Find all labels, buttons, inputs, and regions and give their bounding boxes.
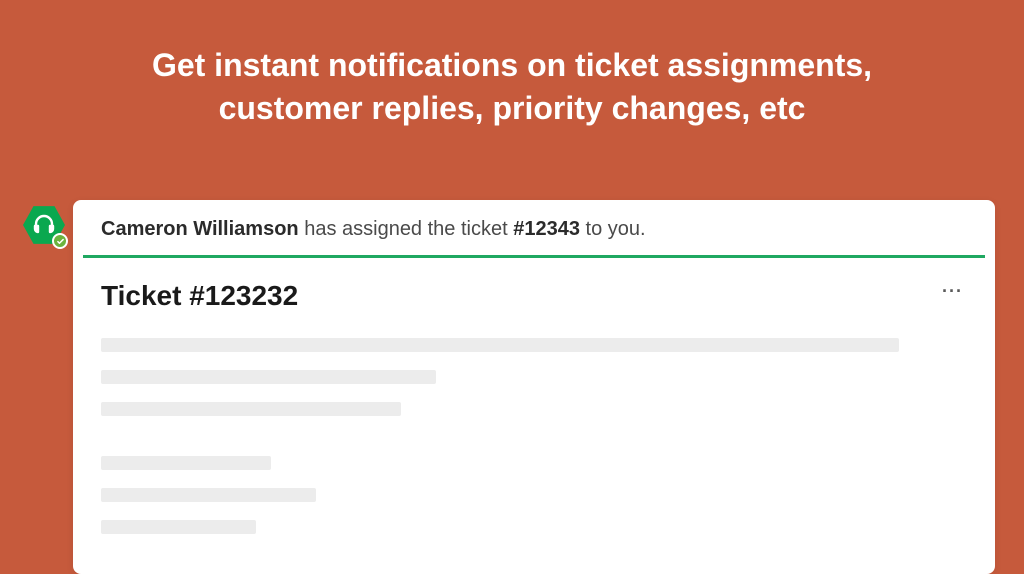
action-prefix: has assigned the ticket: [299, 218, 514, 240]
card-body: Ticket #123232 ···: [73, 258, 995, 574]
ticket-reference: #12343: [513, 218, 580, 240]
hero-line-1: Get instant notifications on ticket assi…: [152, 47, 872, 83]
more-actions-button[interactable]: ···: [938, 280, 967, 302]
skeleton-line: [101, 488, 316, 502]
skeleton-line: [101, 456, 271, 470]
hero-line-2: customer replies, priority changes, etc: [219, 90, 806, 126]
notification-card-wrapper: Cameron Williamson has assigned the tick…: [25, 200, 995, 574]
skeleton-line: [101, 370, 436, 384]
action-suffix: to you.: [580, 218, 646, 240]
ticket-title: Ticket #123232: [101, 280, 298, 312]
app-badge: [23, 204, 65, 246]
notification-header: Cameron Williamson has assigned the tick…: [73, 200, 995, 255]
skeleton-line: [101, 520, 256, 534]
skeleton-line: [101, 338, 899, 352]
hero-heading: Get instant notifications on ticket assi…: [0, 0, 1024, 130]
actor-name: Cameron Williamson: [101, 218, 299, 240]
skeleton-line: [101, 402, 401, 416]
notification-card[interactable]: Cameron Williamson has assigned the tick…: [73, 200, 995, 574]
status-check-icon: [52, 233, 68, 249]
ticket-title-row: Ticket #123232 ···: [101, 280, 967, 312]
skeleton-text-block-1: [101, 338, 967, 416]
skeleton-text-block-2: [101, 456, 967, 534]
